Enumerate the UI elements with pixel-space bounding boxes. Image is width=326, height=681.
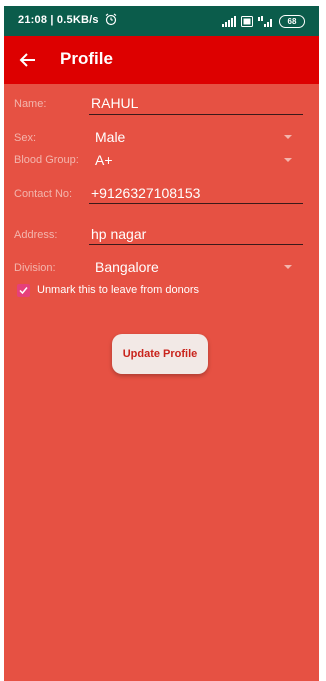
donor-checkbox[interactable]: [17, 284, 30, 297]
blood-group-label: Blood Group:: [14, 154, 79, 166]
blood-group-dropdown-arrow-icon[interactable]: [284, 158, 292, 162]
division-dropdown-arrow-icon[interactable]: [284, 265, 292, 269]
contact-field-underline: [89, 203, 303, 204]
page-title: Profile: [60, 49, 113, 68]
signal-4g-icon: [258, 15, 272, 27]
blood-group-select[interactable]: A+: [95, 152, 113, 168]
status-bar: 21:08 | 0.5KB/s 68: [4, 6, 319, 36]
sex-select[interactable]: Male: [95, 129, 125, 145]
phone-screen: 21:08 | 0.5KB/s 68 Profile Name: RAHUL S…: [4, 6, 319, 681]
name-field-underline: [89, 114, 303, 115]
name-field[interactable]: RAHUL: [91, 95, 138, 111]
division-label: Division:: [14, 262, 56, 274]
status-time: 21:08 | 0.5KB/s: [18, 14, 99, 26]
sex-label: Sex:: [14, 132, 37, 144]
sex-dropdown-arrow-icon[interactable]: [284, 135, 292, 139]
signal-icon: [222, 15, 236, 27]
volte-icon: [241, 15, 253, 27]
app-bar: Profile: [4, 36, 319, 84]
battery-icon: 68: [279, 14, 305, 28]
alarm-icon: [105, 13, 117, 26]
name-label: Name:: [14, 98, 47, 110]
contact-field[interactable]: +9126327108153: [91, 185, 200, 201]
address-label: Address:: [14, 229, 58, 241]
division-select[interactable]: Bangalore: [95, 259, 159, 275]
back-arrow-icon[interactable]: [16, 48, 40, 72]
address-field-underline: [89, 244, 303, 245]
address-field[interactable]: hp nagar: [91, 226, 146, 242]
checkmark-icon: [19, 287, 28, 295]
update-profile-button[interactable]: Update Profile: [112, 334, 208, 374]
contact-label: Contact No:: [14, 188, 73, 200]
donor-checkbox-label[interactable]: Unmark this to leave from donors: [37, 284, 199, 296]
status-icons: 68: [222, 13, 305, 29]
